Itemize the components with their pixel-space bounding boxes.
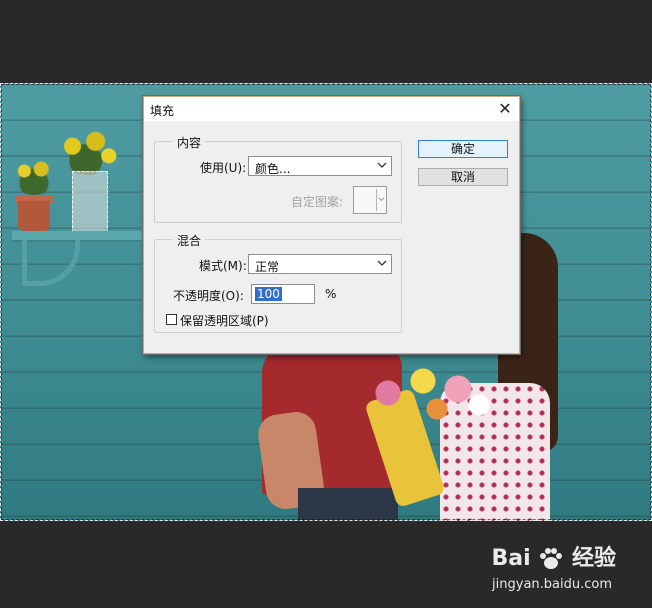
preserve-transparency-checkbox[interactable] <box>166 314 177 325</box>
use-select[interactable]: 颜色... <box>248 156 392 176</box>
ok-button[interactable]: 确定 <box>418 140 508 158</box>
blend-group: 混合 模式(M): 正常 不透明度(O): 100 % 保留透明区域(P) <box>154 232 402 333</box>
baidu-watermark: Bai 经验 <box>491 540 616 572</box>
opacity-label: 不透明度(O): <box>173 289 244 303</box>
pattern-divider <box>376 189 377 211</box>
use-select-value: 颜色... <box>255 162 291 176</box>
chevron-down-icon <box>377 260 387 266</box>
content-group: 内容 使用(U): 颜色... 自定图案: <box>154 134 402 223</box>
mode-select[interactable]: 正常 <box>248 254 392 274</box>
blend-legend: 混合 <box>173 232 206 249</box>
custom-pattern-label: 自定图案: <box>291 195 344 209</box>
dialog-title: 填充 <box>150 104 175 118</box>
chevron-down-icon <box>377 162 387 168</box>
watermark-url: jingyan.baidu.com <box>492 577 612 592</box>
close-icon[interactable]: ✕ <box>495 99 515 119</box>
opacity-input[interactable]: 100 <box>251 284 315 304</box>
chevron-down-icon <box>378 197 385 202</box>
opacity-unit: % <box>325 287 337 301</box>
custom-pattern-picker <box>353 186 387 214</box>
use-label: 使用(U): <box>200 161 247 175</box>
cancel-button[interactable]: 取消 <box>418 168 508 186</box>
baidu-paw-icon <box>540 548 563 569</box>
watermark-brand-suffix: 经验 <box>571 546 616 571</box>
dialog-titlebar[interactable]: 填充 ✕ <box>144 97 519 121</box>
preserve-transparency-label[interactable]: 保留透明区域(P) <box>180 312 269 329</box>
opacity-value: 100 <box>255 287 282 301</box>
fill-dialog: 填充 ✕ 内容 使用(U): 颜色... 自定图案: 混合 模式(M): 正常 … <box>143 96 520 354</box>
watermark-brand: Bai <box>491 546 531 571</box>
mode-label: 模式(M): <box>199 259 247 273</box>
content-legend: 内容 <box>173 134 206 151</box>
mode-select-value: 正常 <box>255 260 280 274</box>
